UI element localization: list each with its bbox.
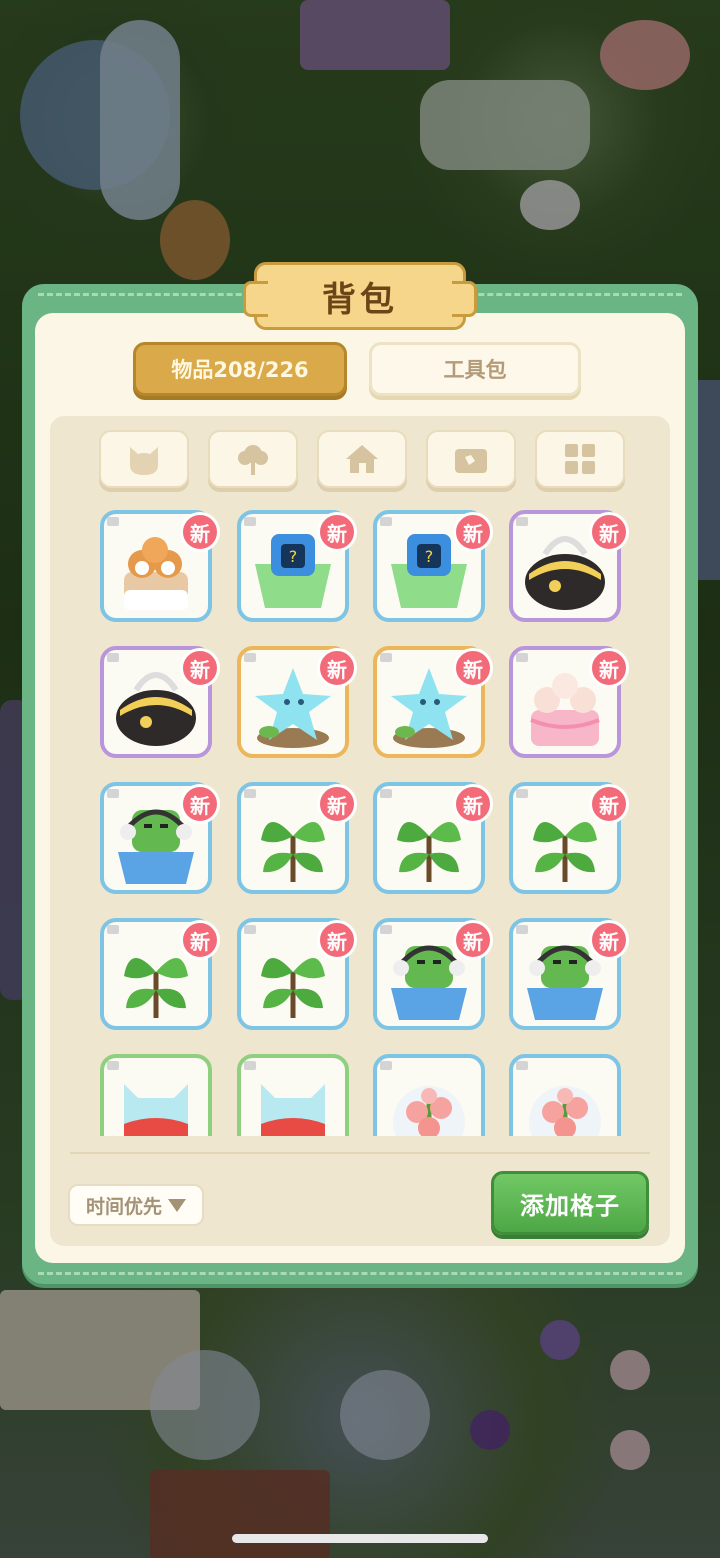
category-plant-button[interactable] — [208, 430, 298, 488]
new-badge: 新 — [453, 784, 493, 824]
sort-dropdown[interactable]: 时间优先 — [68, 1184, 204, 1226]
new-badge: 新 — [180, 512, 220, 552]
new-badge: 新 — [180, 784, 220, 824]
item-grid[interactable]: 新? 新? 新新新新新新新新新新新新新新 — [50, 504, 670, 1136]
new-badge: 新 — [589, 512, 629, 552]
triangle-down-icon — [168, 1198, 186, 1212]
category-building-button[interactable] — [317, 430, 407, 488]
new-badge: 新 — [317, 784, 357, 824]
tree-icon — [238, 445, 268, 475]
new-badge: 新 — [180, 648, 220, 688]
grid-icon — [565, 444, 595, 474]
inventory-slot[interactable] — [509, 1054, 621, 1136]
home-indicator — [232, 1534, 488, 1543]
cat-potion-icon — [261, 1084, 325, 1136]
divider — [70, 1152, 650, 1154]
new-badge: 新 — [317, 512, 357, 552]
tab-items[interactable]: 物品208/226 — [133, 342, 347, 396]
inventory-slot[interactable] — [100, 1054, 212, 1136]
new-badge: 新 — [317, 920, 357, 960]
inventory-slot[interactable] — [373, 1054, 485, 1136]
category-chest-button[interactable] — [426, 430, 516, 488]
panel-title-plate: 背包 — [243, 262, 477, 330]
pink-flower-icon — [529, 1086, 601, 1136]
svg-text:?: ? — [289, 547, 298, 566]
category-cat-button[interactable] — [99, 430, 189, 488]
house-icon — [346, 445, 378, 473]
cat-face-icon — [130, 447, 158, 475]
pink-flower-icon — [393, 1086, 465, 1136]
category-all-button[interactable] — [535, 430, 625, 488]
svg-text:?: ? — [425, 547, 434, 566]
new-badge: 新 — [453, 920, 493, 960]
new-badge: 新 — [589, 784, 629, 824]
treasure-chest-icon — [455, 449, 487, 473]
tab-toolkit[interactable]: 工具包 — [369, 342, 581, 396]
new-badge: 新 — [589, 648, 629, 688]
new-badge: 新 — [589, 920, 629, 960]
add-slot-button[interactable]: 添加格子 — [491, 1171, 649, 1235]
cat-potion-icon — [124, 1084, 188, 1136]
inventory-slot[interactable] — [237, 1054, 349, 1136]
new-badge: 新 — [180, 920, 220, 960]
new-badge: 新 — [453, 648, 493, 688]
new-badge: 新 — [317, 648, 357, 688]
panel-title: 背包 — [322, 279, 398, 320]
new-badge: 新 — [453, 512, 493, 552]
sort-label: 时间优先 — [85, 1195, 162, 1218]
